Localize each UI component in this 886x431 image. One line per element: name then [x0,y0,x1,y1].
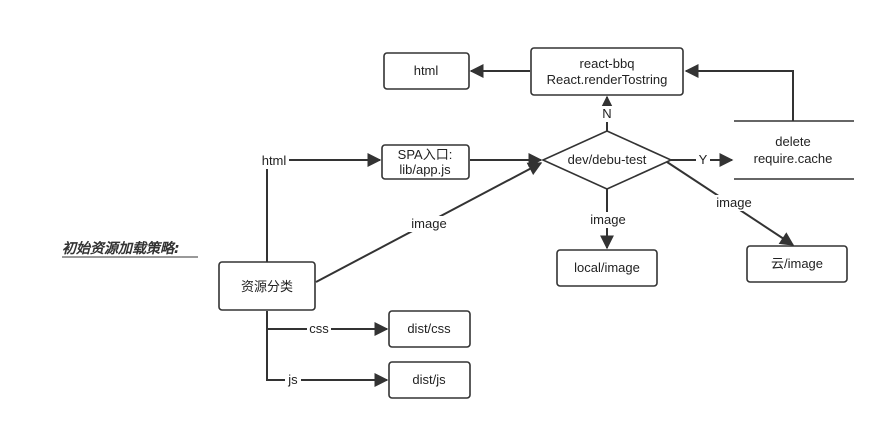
edge-classify-to-spa [266,153,382,262]
svg-text:image: image [590,212,625,227]
svg-text:local/image: local/image [574,260,640,275]
node-cloud-image: 云/image [746,245,848,283]
svg-text:Y: Y [699,152,708,167]
node-dist-js: dist/js [388,361,471,399]
node-resource-classify: 资源分类 [218,261,316,311]
flowchart: 初始资源加载策略: html image N Y image image css… [62,47,854,399]
node-html: html [383,52,470,90]
edge-label-html: html [259,153,289,169]
edge-label-image-cloud: image [713,195,755,211]
edge-label-n: N [600,106,614,122]
svg-text:dist/js: dist/js [412,372,446,387]
svg-text:云/image: 云/image [771,256,823,271]
svg-text:require.cache: require.cache [754,151,833,166]
node-react-render: react-bbq React.renderTostring [530,47,684,96]
node-delete-cache: delete require.cache [734,120,854,180]
svg-text:资源分类: 资源分类 [241,279,293,294]
svg-text:css: css [309,321,329,336]
svg-text:html: html [414,63,439,78]
svg-text:html: html [262,153,287,168]
edge-label-image-local: image [587,212,629,228]
svg-text:N: N [602,106,611,121]
svg-text:初始资源加载策略:: 初始资源加载策略: [62,240,180,257]
edge-cache-to-render [684,64,794,121]
svg-text:React.renderTostring: React.renderTostring [547,72,668,87]
svg-text:lib/app.js: lib/app.js [399,162,451,177]
svg-text:image: image [411,216,446,231]
svg-text:delete: delete [775,134,810,149]
edge-label-js: js [285,372,301,388]
svg-text:image: image [716,195,751,210]
svg-text:dev/debu-test: dev/debu-test [568,152,647,167]
diagram-title: 初始资源加载策略: [62,240,198,258]
node-dist-css: dist/css [388,310,471,348]
svg-text:react-bbq: react-bbq [580,56,635,71]
edge-label-image-classify: image [408,216,450,232]
svg-text:js: js [287,372,298,387]
node-decision: dev/debu-test [541,130,673,190]
svg-text:SPA入口:: SPA入口: [398,147,453,162]
node-local-image: local/image [556,249,658,287]
edge-label-css: css [307,321,331,337]
edge-label-y: Y [696,152,710,168]
svg-text:dist/css: dist/css [407,321,451,336]
node-spa-entry: SPA入口: lib/app.js [381,144,470,180]
